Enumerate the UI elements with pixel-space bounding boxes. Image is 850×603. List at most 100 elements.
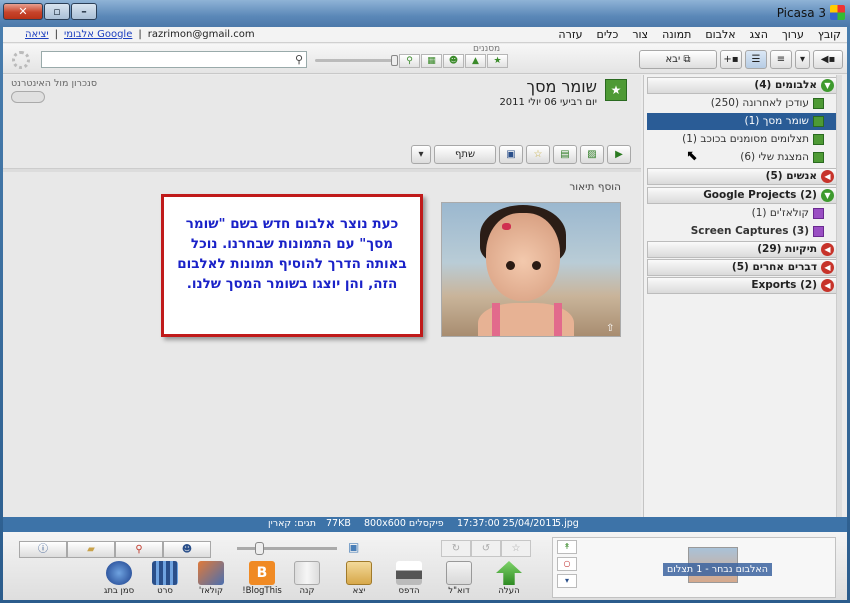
album-date: יום רביעי 06 יולי 2011: [499, 97, 597, 108]
envelope-icon: [446, 561, 472, 585]
rotate-buttons: ↻ ↺ ☆: [441, 540, 531, 557]
photo-eye-shape: [506, 261, 515, 270]
album-title: שומר מסך: [526, 77, 597, 96]
collage-icon[interactable]: ▨: [580, 145, 604, 164]
rotate-right-icon[interactable]: ↻: [441, 540, 471, 557]
status-datetime: 17:37:00 25/04/2011: [457, 518, 558, 529]
photo-thumbnail[interactable]: ⇧: [441, 202, 621, 337]
share-button[interactable]: שתף: [434, 145, 496, 164]
expand-down-icon[interactable]: ▼: [821, 79, 834, 92]
upload-tool[interactable]: העלה: [489, 561, 529, 596]
menu-help[interactable]: עזרה: [558, 28, 582, 41]
picasa-logo-icon: [830, 5, 845, 20]
client-area: קובץ ערוך הצג אלבום תמונה צור כלים עזרה …: [3, 27, 847, 600]
share-menu-chevron-icon[interactable]: ▾: [411, 145, 431, 164]
import-button[interactable]: יבא ⧉: [639, 50, 717, 69]
search-input[interactable]: ⚲: [41, 51, 307, 68]
add-to-album-icon[interactable]: ▾: [557, 574, 577, 588]
expand-left-icon[interactable]: ◀: [821, 170, 834, 183]
zoom-image-icon: ▣: [348, 540, 360, 554]
expand-left-icon[interactable]: ◀: [821, 261, 834, 274]
menu-view[interactable]: הצג: [750, 28, 768, 41]
tag-icon[interactable]: ▰: [67, 541, 115, 558]
menu-tools[interactable]: כלים: [597, 28, 619, 41]
search-icon[interactable]: ⚲: [295, 53, 303, 66]
star-toggle-icon[interactable]: ☆: [501, 540, 531, 557]
film-strip-icon: [152, 561, 178, 585]
thumbnail-zoom-slider[interactable]: [237, 542, 337, 555]
people-icon[interactable]: ☻: [163, 541, 211, 558]
group-other-stuff[interactable]: ◀ דברים אחרים (5): [647, 259, 837, 276]
sync-toggle[interactable]: [11, 91, 45, 103]
album-item-slideshow[interactable]: המצגת שלי (6): [647, 149, 837, 166]
google-albums-link[interactable]: אלבומי Google: [64, 29, 132, 40]
export-tool[interactable]: יצא: [339, 561, 379, 596]
group-exports[interactable]: ◀ Exports (2): [647, 277, 837, 294]
export-tools: סמן בתג סרט קולאז' B BlogThis! קנה יצא ה…: [99, 561, 539, 599]
album-item-recent[interactable]: עודכן לאחרונה (250): [647, 95, 837, 112]
expand-left-icon[interactable]: ◀: [821, 243, 834, 256]
menu-create[interactable]: צור: [632, 28, 648, 41]
filter-geotag-icon[interactable]: ⚲: [399, 54, 420, 68]
shop-tool[interactable]: קנה: [287, 561, 327, 596]
expand-left-icon[interactable]: ◀: [821, 279, 834, 292]
menu-edit[interactable]: ערוך: [782, 28, 804, 41]
toolbar-right: יבא ⧉ +▪ ☰ ≡ ▾ ◀▪: [636, 50, 843, 69]
star-icon[interactable]: ☆: [526, 145, 550, 164]
menu-album[interactable]: אלבום: [705, 28, 735, 41]
filter-slider[interactable]: [315, 55, 398, 66]
save-disk-icon[interactable]: ▣: [499, 145, 523, 164]
info-icon[interactable]: ⓘ: [19, 541, 67, 558]
filter-faces-icon[interactable]: ☻: [443, 54, 464, 68]
expand-down-icon[interactable]: ▼: [821, 189, 834, 202]
project-icon: [813, 208, 824, 219]
filter-movie-icon[interactable]: ▦: [421, 54, 442, 68]
status-dimensions: 800x600 פיקסלים: [364, 518, 444, 529]
group-folders[interactable]: ◀ תיקיות (29): [647, 241, 837, 258]
close-button[interactable]: ✕: [3, 3, 43, 20]
add-album-icon[interactable]: +▪: [720, 50, 742, 69]
sync-label: סנכרון מול האינטרנט: [11, 78, 97, 89]
status-size: 77KB: [326, 518, 351, 529]
album-icon: [813, 152, 824, 163]
group-google-projects[interactable]: ▼ Google Projects (2): [647, 187, 837, 204]
view-menu-chevron-icon[interactable]: ▾: [795, 50, 810, 69]
google-earth-icon: [106, 561, 132, 585]
email-tool[interactable]: דוא"ל: [439, 561, 479, 596]
album-item-starred[interactable]: תצלומים מסומנים בכוכב (1): [647, 131, 837, 148]
menu-picture[interactable]: תמונה: [662, 28, 691, 41]
rotate-left-icon[interactable]: ↺: [471, 540, 501, 557]
shop-book-icon: [294, 561, 320, 585]
movie-tool[interactable]: סרט: [145, 561, 185, 596]
zoom-knob[interactable]: [255, 542, 264, 555]
print-tool[interactable]: הדפס: [389, 561, 429, 596]
add-description-link[interactable]: הוסף תיאור: [569, 181, 621, 193]
minimize-button[interactable]: –: [71, 3, 97, 20]
panel-scrollbar[interactable]: [836, 75, 842, 517]
group-people[interactable]: ◀ אנשים (5): [647, 168, 837, 185]
exit-link[interactable]: יציאה: [25, 29, 49, 40]
tree-view-icon[interactable]: ≡: [770, 50, 792, 69]
slider-knob[interactable]: [391, 55, 398, 66]
geotag-pin-icon[interactable]: ⚲: [115, 541, 163, 558]
collage-tool[interactable]: קולאז': [191, 561, 231, 596]
maximize-button[interactable]: ▫: [44, 3, 70, 20]
tag-tool[interactable]: סמן בתג: [99, 561, 139, 596]
filter-uploaded-icon[interactable]: ▲: [465, 54, 486, 68]
clear-icon[interactable]: ○: [557, 557, 577, 571]
list-view-icon[interactable]: ☰: [745, 50, 767, 69]
group-albums[interactable]: ▼ אלבומים (4): [647, 77, 837, 94]
back-nav-icon[interactable]: ◀▪: [813, 50, 843, 69]
movie-icon[interactable]: ▤: [553, 145, 577, 164]
filter-star-icon[interactable]: ★: [487, 54, 508, 68]
play-slideshow-icon[interactable]: ▶: [607, 145, 631, 164]
menu-items: קובץ ערוך הצג אלבום תמונה צור כלים עזרה: [544, 28, 841, 41]
folder-icon: [346, 561, 372, 585]
project-item-collages[interactable]: קולאז'ים (1): [647, 205, 837, 222]
blog-tool[interactable]: B BlogThis!: [242, 561, 282, 596]
hold-icon[interactable]: ↟: [557, 540, 577, 554]
album-item-screensaver[interactable]: שומר מסך (1): [647, 113, 837, 130]
menu-file[interactable]: קובץ: [818, 28, 841, 41]
project-item-screen-captures[interactable]: Screen Captures (3): [647, 223, 837, 240]
window-title: Picasa 3: [776, 6, 826, 20]
